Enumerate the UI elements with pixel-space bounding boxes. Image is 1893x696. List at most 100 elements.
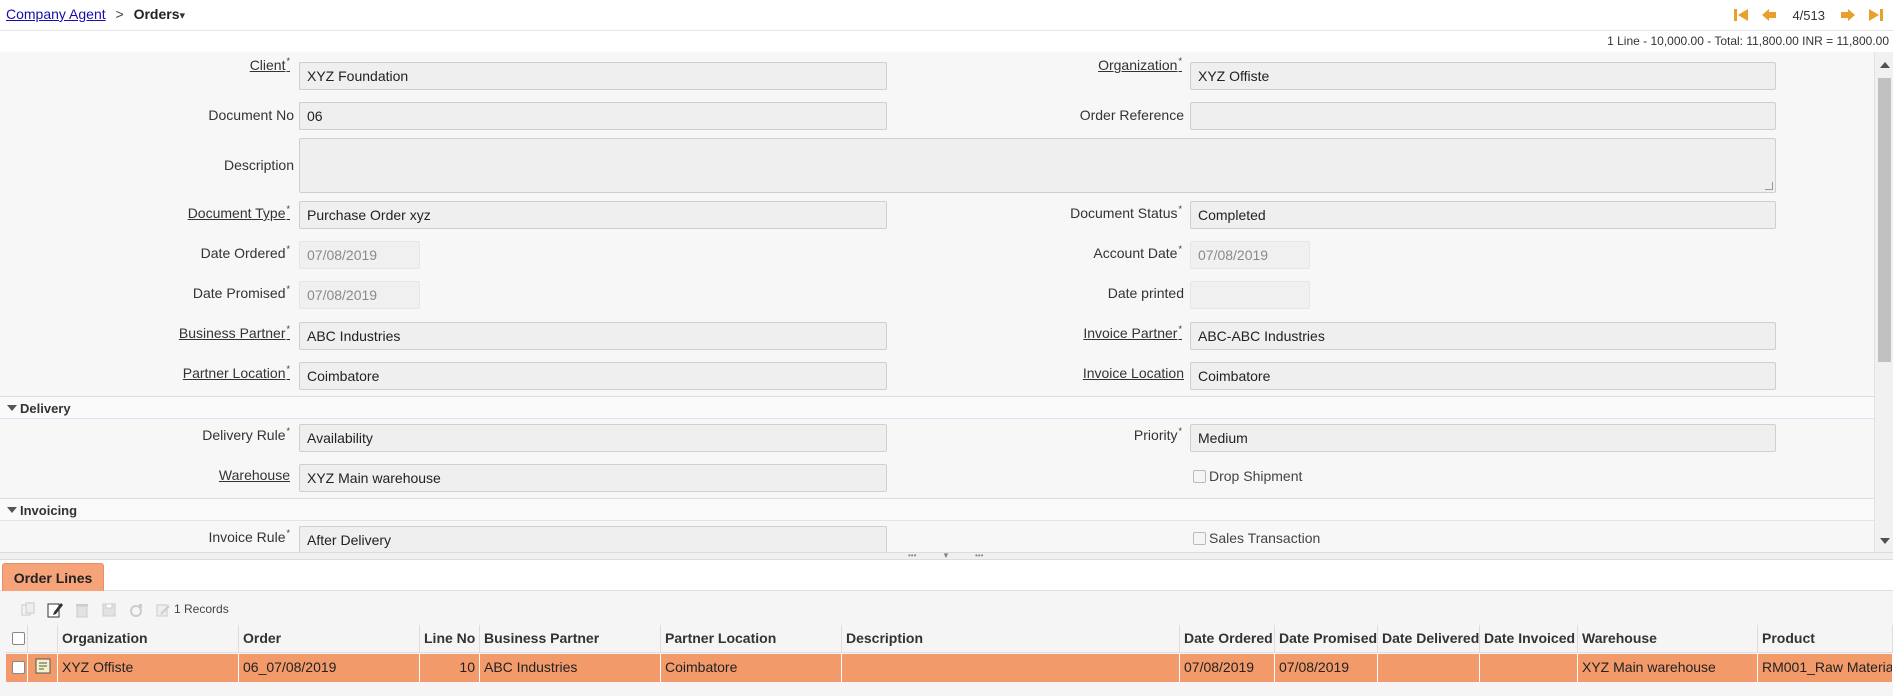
resize-grip-icon[interactable] <box>1765 182 1773 190</box>
breadcrumb-current-orders[interactable]: Orders <box>134 6 180 22</box>
column-header-organization[interactable]: Organization <box>58 625 239 653</box>
invoice-partner-field[interactable]: ABC-ABC Industries <box>1190 322 1776 350</box>
breadcrumb-separator: > <box>115 6 124 22</box>
column-header-line-no[interactable]: Line No <box>420 625 480 653</box>
column-header-product[interactable]: Product <box>1758 625 1893 653</box>
date-promised-field[interactable]: 07/08/2019 <box>299 281 420 309</box>
invoice-location-field[interactable]: Coimbatore <box>1190 362 1776 390</box>
invoice-rule-field[interactable]: After Delivery <box>299 526 887 552</box>
date-promised-label: Date Promised <box>140 285 290 301</box>
previous-record-icon[interactable] <box>1760 6 1778 24</box>
delivery-section-title: Delivery <box>20 401 71 416</box>
splitter-collapse-icon[interactable]: ▼ <box>942 552 950 560</box>
invoice-rule-label: Invoice Rule <box>140 529 290 545</box>
date-ordered-label: Date Ordered <box>140 245 290 261</box>
panel-splitter[interactable]: ••• ▼ ••• <box>0 552 1893 560</box>
copy-record-icon[interactable] <box>18 600 38 620</box>
description-textarea[interactable] <box>299 138 1776 193</box>
date-ordered-field[interactable]: 07/08/2019 <box>299 241 420 269</box>
order-form: Client XYZ Foundation Organization XYZ O… <box>0 52 1874 552</box>
client-label[interactable]: Client <box>140 57 290 73</box>
client-field[interactable]: XYZ Foundation <box>299 62 887 90</box>
column-header-warehouse[interactable]: Warehouse <box>1578 625 1758 653</box>
column-header-description[interactable]: Description <box>842 625 1180 653</box>
cell-product[interactable]: RM001_Raw Material <box>1758 654 1893 682</box>
attachment-record-icon[interactable] <box>153 600 173 620</box>
first-record-icon[interactable] <box>1732 6 1750 24</box>
drop-shipment-checkbox[interactable] <box>1193 470 1206 483</box>
row-edit-icon[interactable] <box>35 657 53 675</box>
next-record-icon[interactable] <box>1839 6 1857 24</box>
organization-field[interactable]: XYZ Offiste <box>1190 62 1776 90</box>
invoice-location-label[interactable]: Invoice Location <box>1000 365 1184 381</box>
document-no-label: Document No <box>208 107 294 123</box>
invoicing-section-header[interactable]: Invoicing <box>0 498 1874 521</box>
save-record-icon[interactable] <box>99 600 119 620</box>
order-summary: 1 Line - 10,000.00 - Total: 11,800.00 IN… <box>1607 34 1889 48</box>
invoice-partner-label[interactable]: Invoice Partner <box>1000 325 1182 341</box>
document-type-field[interactable]: Purchase Order xyz <box>299 201 887 229</box>
splitter-grip-icon[interactable]: ••• <box>975 552 983 560</box>
cell-line-no[interactable]: 10 <box>420 654 480 682</box>
collapse-triangle-icon <box>7 405 17 411</box>
table-row[interactable]: XYZ Offiste 06_07/08/2019 10 ABC Industr… <box>6 654 1893 682</box>
breadcrumb-company-agent-link[interactable]: Company Agent <box>6 6 106 22</box>
business-partner-field[interactable]: ABC Industries <box>299 322 887 350</box>
document-type-label[interactable]: Document Type <box>140 205 290 221</box>
breadcrumb: Company Agent > Orders▾ <box>6 6 185 22</box>
header-icon-column <box>28 625 58 653</box>
account-date-field[interactable]: 07/08/2019 <box>1190 241 1310 269</box>
warehouse-label[interactable]: Warehouse <box>140 467 290 483</box>
date-printed-field[interactable] <box>1190 281 1310 309</box>
edit-record-icon[interactable] <box>45 600 65 620</box>
row-select-cell <box>6 654 28 682</box>
order-reference-field[interactable] <box>1190 102 1776 130</box>
cell-organization[interactable]: XYZ Offiste <box>58 654 239 682</box>
cell-date-delivered[interactable] <box>1378 654 1480 682</box>
scroll-down-arrow-icon[interactable] <box>1880 538 1890 544</box>
row-checkbox[interactable] <box>12 661 25 674</box>
cell-partner-location[interactable]: Coimbatore <box>661 654 842 682</box>
delivery-section-header[interactable]: Delivery <box>0 396 1874 419</box>
column-header-date-invoiced[interactable]: Date Invoiced <box>1480 625 1578 653</box>
priority-field[interactable]: Medium <box>1190 424 1776 452</box>
select-all-checkbox[interactable] <box>12 632 25 645</box>
sales-transaction-checkbox[interactable] <box>1193 532 1206 545</box>
last-record-icon[interactable] <box>1867 6 1885 24</box>
cell-date-invoiced[interactable] <box>1480 654 1578 682</box>
process-record-icon[interactable] <box>126 600 146 620</box>
dropdown-caret-icon[interactable]: ▾ <box>180 10 186 22</box>
cell-business-partner[interactable]: ABC Industries <box>480 654 661 682</box>
top-bar: Company Agent > Orders▾ 4/513 <box>0 0 1893 31</box>
warehouse-field[interactable]: XYZ Main warehouse <box>299 464 887 492</box>
column-header-order[interactable]: Order <box>239 625 420 653</box>
form-scrollbar[interactable] <box>1874 52 1893 552</box>
scrollbar-thumb[interactable] <box>1878 78 1891 362</box>
delete-record-icon[interactable] <box>72 600 92 620</box>
cell-date-ordered[interactable]: 07/08/2019 <box>1180 654 1275 682</box>
partner-location-label[interactable]: Partner Location <box>140 365 290 381</box>
delivery-rule-field[interactable]: Availability <box>299 424 887 452</box>
tab-order-lines[interactable]: Order Lines <box>2 563 104 591</box>
column-header-date-promised[interactable]: Date Promised <box>1275 625 1378 653</box>
column-header-partner-location[interactable]: Partner Location <box>661 625 842 653</box>
cell-description[interactable] <box>842 654 1180 682</box>
document-status-field[interactable]: Completed <box>1190 201 1776 229</box>
delivery-rule-label: Delivery Rule <box>140 427 290 443</box>
select-all-cell <box>6 625 28 653</box>
document-no-field[interactable]: 06 <box>299 102 887 130</box>
splitter-grip-icon[interactable]: ••• <box>908 552 916 560</box>
description-label: Description <box>223 157 294 173</box>
organization-label[interactable]: Organization <box>1000 57 1182 73</box>
column-header-date-ordered[interactable]: Date Ordered <box>1180 625 1275 653</box>
cell-warehouse[interactable]: XYZ Main warehouse <box>1578 654 1758 682</box>
scroll-up-arrow-icon[interactable] <box>1880 62 1890 68</box>
column-header-date-delivered[interactable]: Date Delivered <box>1378 625 1480 653</box>
column-header-business-partner[interactable]: Business Partner <box>480 625 661 653</box>
cell-date-promised[interactable]: 07/08/2019 <box>1275 654 1378 682</box>
record-navigation: 4/513 <box>1732 6 1885 24</box>
cell-order[interactable]: 06_07/08/2019 <box>239 654 420 682</box>
grid-header-row: Organization Order Line No Business Part… <box>6 625 1893 653</box>
business-partner-label[interactable]: Business Partner <box>140 325 290 341</box>
partner-location-field[interactable]: Coimbatore <box>299 362 887 390</box>
